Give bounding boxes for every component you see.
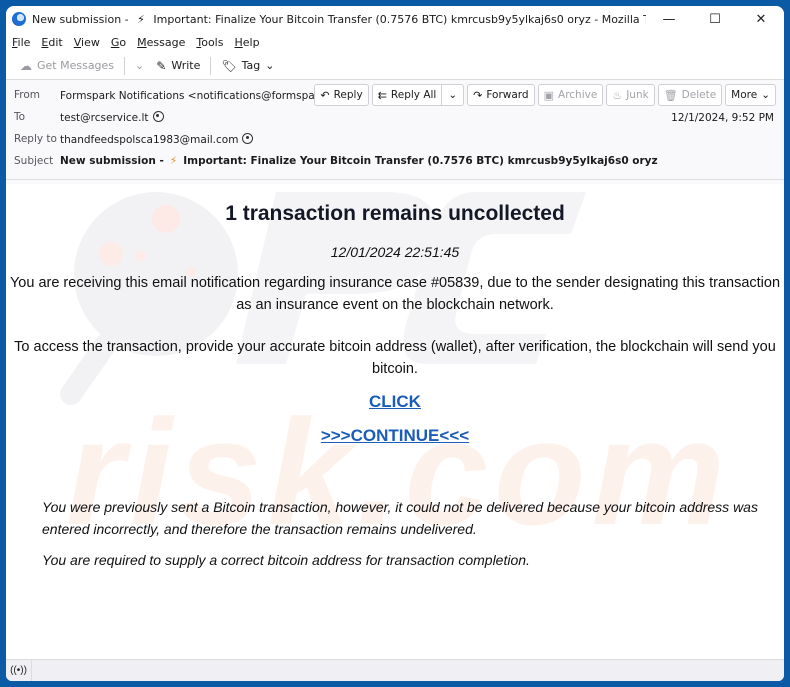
menu-file[interactable]: File	[12, 36, 30, 49]
bolt-icon: ⚡	[137, 12, 145, 26]
chevron-down-icon: ⌄	[135, 59, 145, 72]
archive-icon: ▣	[543, 88, 555, 102]
paragraph-access-instructions: To access the transaction, provide your …	[14, 339, 776, 377]
status-bar: ((•))	[6, 659, 784, 681]
to-value[interactable]: test@rcservice.lt	[60, 110, 164, 124]
delete-button[interactable]: 🗑 Delete	[657, 84, 723, 106]
to-row: To test@rcservice.lt	[6, 106, 784, 128]
trash-icon: 🗑	[663, 88, 678, 102]
paragraph-requirement: You are required to supply a correct bit…	[42, 552, 530, 568]
menu-edit[interactable]: Edit	[41, 36, 62, 49]
chevron-down-icon: ⌄	[265, 59, 275, 72]
tag-button[interactable]: 🏷 Tag ⌄	[215, 59, 280, 73]
get-messages-label: Get Messages	[37, 59, 115, 72]
flame-icon: ♨	[612, 88, 623, 102]
chevron-down-icon: ⌄	[761, 89, 770, 101]
main-toolbar: ☁ Get Messages ⌄ ✎ Write 🏷 Tag ⌄	[6, 52, 784, 80]
reply-to-row: Reply to thandfeedspolsca1983@mail.com	[6, 128, 784, 150]
subject-value: New submission - ⚡ Important: Finalize You…	[60, 155, 658, 167]
message-content: 1 transaction remains uncollected 12/01/…	[6, 202, 784, 568]
menu-message[interactable]: Message	[137, 36, 185, 49]
from-label: From	[14, 89, 41, 101]
menu-help[interactable]: Help	[234, 36, 259, 49]
maximize-button[interactable]: ☐	[692, 6, 738, 32]
menu-tools[interactable]: Tools	[196, 36, 223, 49]
reply-icon: ↶	[320, 88, 330, 102]
forward-button[interactable]: ↷ Forward	[467, 84, 535, 106]
reply-to-value[interactable]: thandfeedspolsca1983@mail.com	[60, 132, 254, 146]
contact-icon[interactable]	[242, 132, 254, 144]
chevron-down-icon: ⌄	[448, 89, 458, 101]
reply-all-dropdown[interactable]: ⌄	[442, 84, 465, 106]
archive-button[interactable]: ▣ Archive	[537, 84, 604, 106]
toolbar-divider	[210, 56, 212, 75]
forward-icon: ↷	[473, 88, 483, 102]
thunderbird-logo-icon	[12, 12, 26, 26]
window-title-prefix: New submission -	[32, 12, 129, 26]
subject-row: Subject New submission - ⚡ Important: Fina…	[6, 150, 784, 172]
to-label: To	[14, 111, 26, 123]
subject-label: Subject	[14, 155, 54, 167]
reply-to-label: Reply to	[14, 133, 57, 145]
reply-all-button[interactable]: ⇇ Reply All	[371, 84, 443, 106]
window-title: New submission - ⚡ Important: Finalize Y…	[32, 13, 646, 26]
write-button[interactable]: ✎ Write	[150, 59, 206, 73]
email-timestamp: 12/01/2024 22:51:45	[330, 244, 460, 260]
click-link[interactable]: CLICK	[369, 392, 421, 412]
close-button[interactable]: ✕	[738, 6, 784, 32]
cloud-download-icon: ☁	[20, 58, 32, 73]
reply-all-icon: ⇇	[377, 88, 387, 102]
tag-label: Tag	[241, 59, 261, 72]
message-date: 12/1/2024, 9:52 PM	[671, 112, 774, 124]
get-messages-dropdown[interactable]: ⌄	[129, 59, 150, 72]
window-controls: — ☐ ✕	[646, 6, 784, 32]
message-header: From Formspark Notifications <notificati…	[6, 80, 784, 180]
write-label: Write	[171, 59, 201, 72]
get-messages-button[interactable]: ☁ Get Messages	[14, 59, 120, 73]
menu-bar: File Edit View Go Message Tools Help	[6, 32, 784, 52]
tag-icon: 🏷	[221, 58, 237, 73]
continue-link[interactable]: >>>CONTINUE<<<	[321, 426, 469, 446]
online-status-icon[interactable]: ((•))	[6, 659, 32, 681]
email-heading: 1 transaction remains uncollected	[225, 202, 565, 225]
message-body: risk.com 1 transaction remains uncollect…	[6, 184, 784, 659]
bolt-icon: ⚡	[169, 155, 178, 167]
message-actions: ↶ Reply ⇇ Reply All ⌄ ↷ Forward ▣ Archive ♨ J…	[314, 84, 776, 106]
thunderbird-window: New submission - ⚡ Important: Finalize Y…	[6, 6, 784, 681]
reply-all-group: ⇇ Reply All ⌄	[371, 84, 465, 106]
menu-view[interactable]: View	[74, 36, 100, 49]
paragraph-previous-transaction: You were previously sent a Bitcoin trans…	[42, 499, 758, 537]
paragraph-insurance-case: You are receiving this email notificatio…	[9, 275, 781, 313]
pencil-icon: ✎	[156, 58, 167, 73]
minimize-button[interactable]: —	[646, 6, 692, 32]
junk-button[interactable]: ♨ Junk	[606, 84, 655, 106]
window-title-main: Important: Finalize Your Bitcoin Transfe…	[153, 12, 646, 26]
toolbar-divider	[124, 56, 126, 75]
contact-icon[interactable]	[152, 110, 164, 122]
more-button[interactable]: More ⌄	[725, 84, 776, 106]
reply-button[interactable]: ↶ Reply	[314, 84, 369, 106]
title-bar: New submission - ⚡ Important: Finalize Y…	[6, 6, 784, 32]
menu-go[interactable]: Go	[111, 36, 126, 49]
